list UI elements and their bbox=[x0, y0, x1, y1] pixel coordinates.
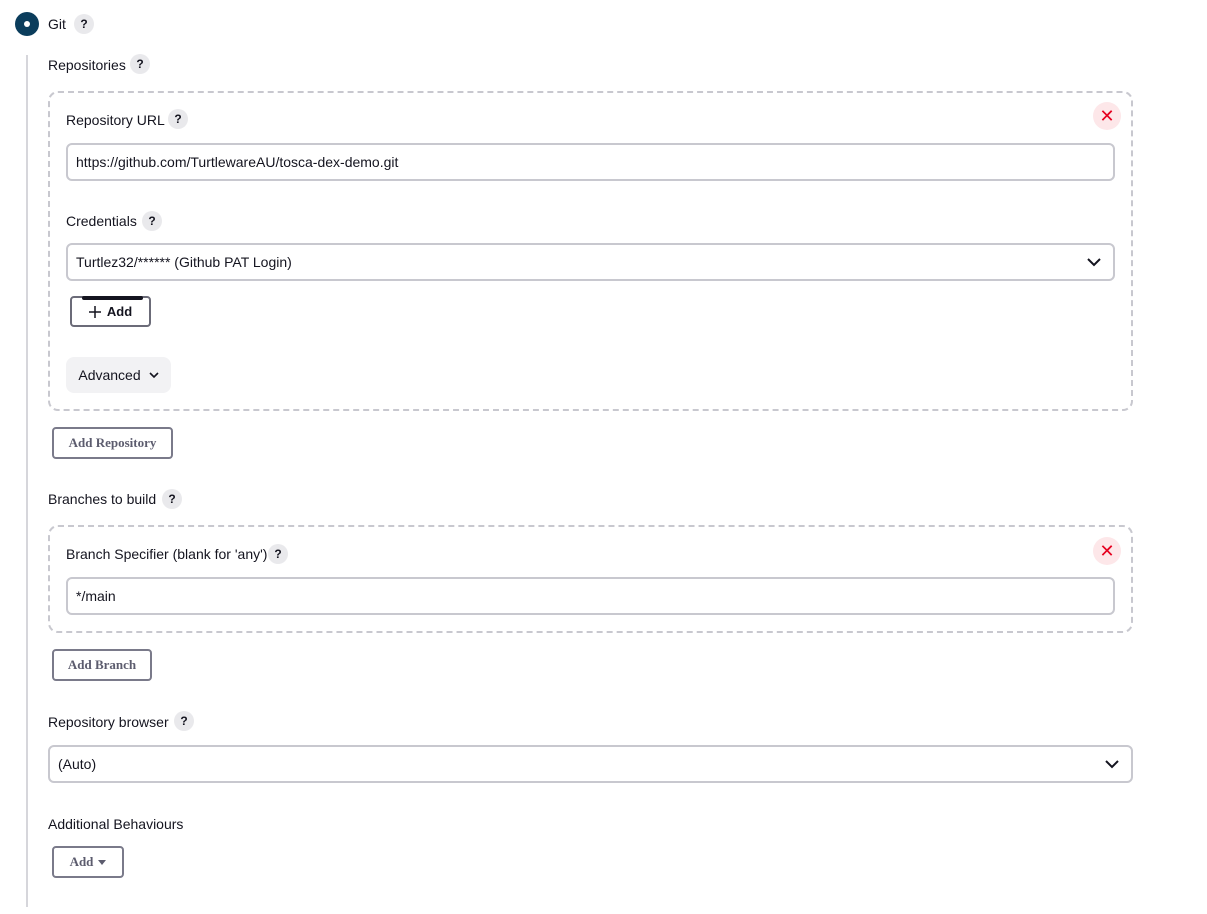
repositories-help-icon[interactable]: ? bbox=[130, 54, 150, 74]
advanced-label: Advanced bbox=[78, 367, 141, 383]
credentials-value: Turtlez32/****** (Github PAT Login) bbox=[76, 254, 292, 270]
button-focus-bar bbox=[82, 296, 143, 300]
repository-browser-label: Repository browser bbox=[48, 714, 169, 730]
add-credentials-label: Add bbox=[106, 304, 133, 319]
additional-behaviours-label: Additional Behaviours bbox=[48, 816, 184, 832]
plus-icon bbox=[88, 305, 101, 318]
branch-specifier-value: */main bbox=[76, 588, 116, 604]
git-help-icon[interactable]: ? bbox=[74, 14, 94, 34]
section-rail bbox=[26, 55, 28, 907]
delete-branch-close-icon[interactable]: ✕ bbox=[1093, 537, 1121, 565]
delete-repository-close-icon[interactable]: ✕ bbox=[1093, 102, 1121, 130]
repository-url-value: https://github.com/TurtlewareAU/tosca-de… bbox=[76, 154, 399, 170]
branches-help-icon[interactable]: ? bbox=[162, 489, 182, 509]
advanced-button[interactable]: Advanced bbox=[66, 357, 171, 393]
credentials-select[interactable]: Turtlez32/****** (Github PAT Login) bbox=[66, 243, 1115, 281]
repositories-label: Repositories bbox=[48, 57, 126, 73]
add-behaviour-label: Add bbox=[69, 854, 94, 869]
branch-specifier-help-icon[interactable]: ? bbox=[268, 544, 288, 564]
branches-label: Branches to build bbox=[48, 491, 157, 507]
chevron-down-icon bbox=[149, 371, 159, 378]
branch-specifier-input[interactable]: */main bbox=[66, 577, 1115, 615]
git-radio[interactable] bbox=[15, 12, 39, 36]
add-repository-button[interactable]: Add Repository bbox=[52, 427, 173, 459]
repository-browser-select[interactable]: (Auto) bbox=[48, 745, 1133, 783]
add-behaviour-button[interactable]: Add bbox=[52, 846, 124, 878]
add-branch-button[interactable]: Add Branch bbox=[52, 649, 152, 681]
chevron-down-icon bbox=[1087, 258, 1101, 267]
credentials-label: Credentials bbox=[66, 213, 137, 229]
git-label: Git bbox=[48, 16, 66, 32]
repository-url-label: Repository URL bbox=[66, 112, 165, 128]
caret-down-icon bbox=[98, 859, 107, 865]
credentials-help-icon[interactable]: ? bbox=[142, 211, 162, 231]
repository-url-help-icon[interactable]: ? bbox=[168, 109, 188, 129]
repository-url-input[interactable]: https://github.com/TurtlewareAU/tosca-de… bbox=[66, 143, 1115, 181]
chevron-down-icon bbox=[1105, 760, 1119, 769]
branch-specifier-label: Branch Specifier (blank for 'any') bbox=[66, 546, 268, 562]
radio-dot bbox=[24, 21, 30, 27]
add-credentials-button[interactable]: Add bbox=[70, 296, 151, 327]
repository-browser-value: (Auto) bbox=[58, 756, 97, 772]
repository-browser-help-icon[interactable]: ? bbox=[174, 711, 194, 731]
